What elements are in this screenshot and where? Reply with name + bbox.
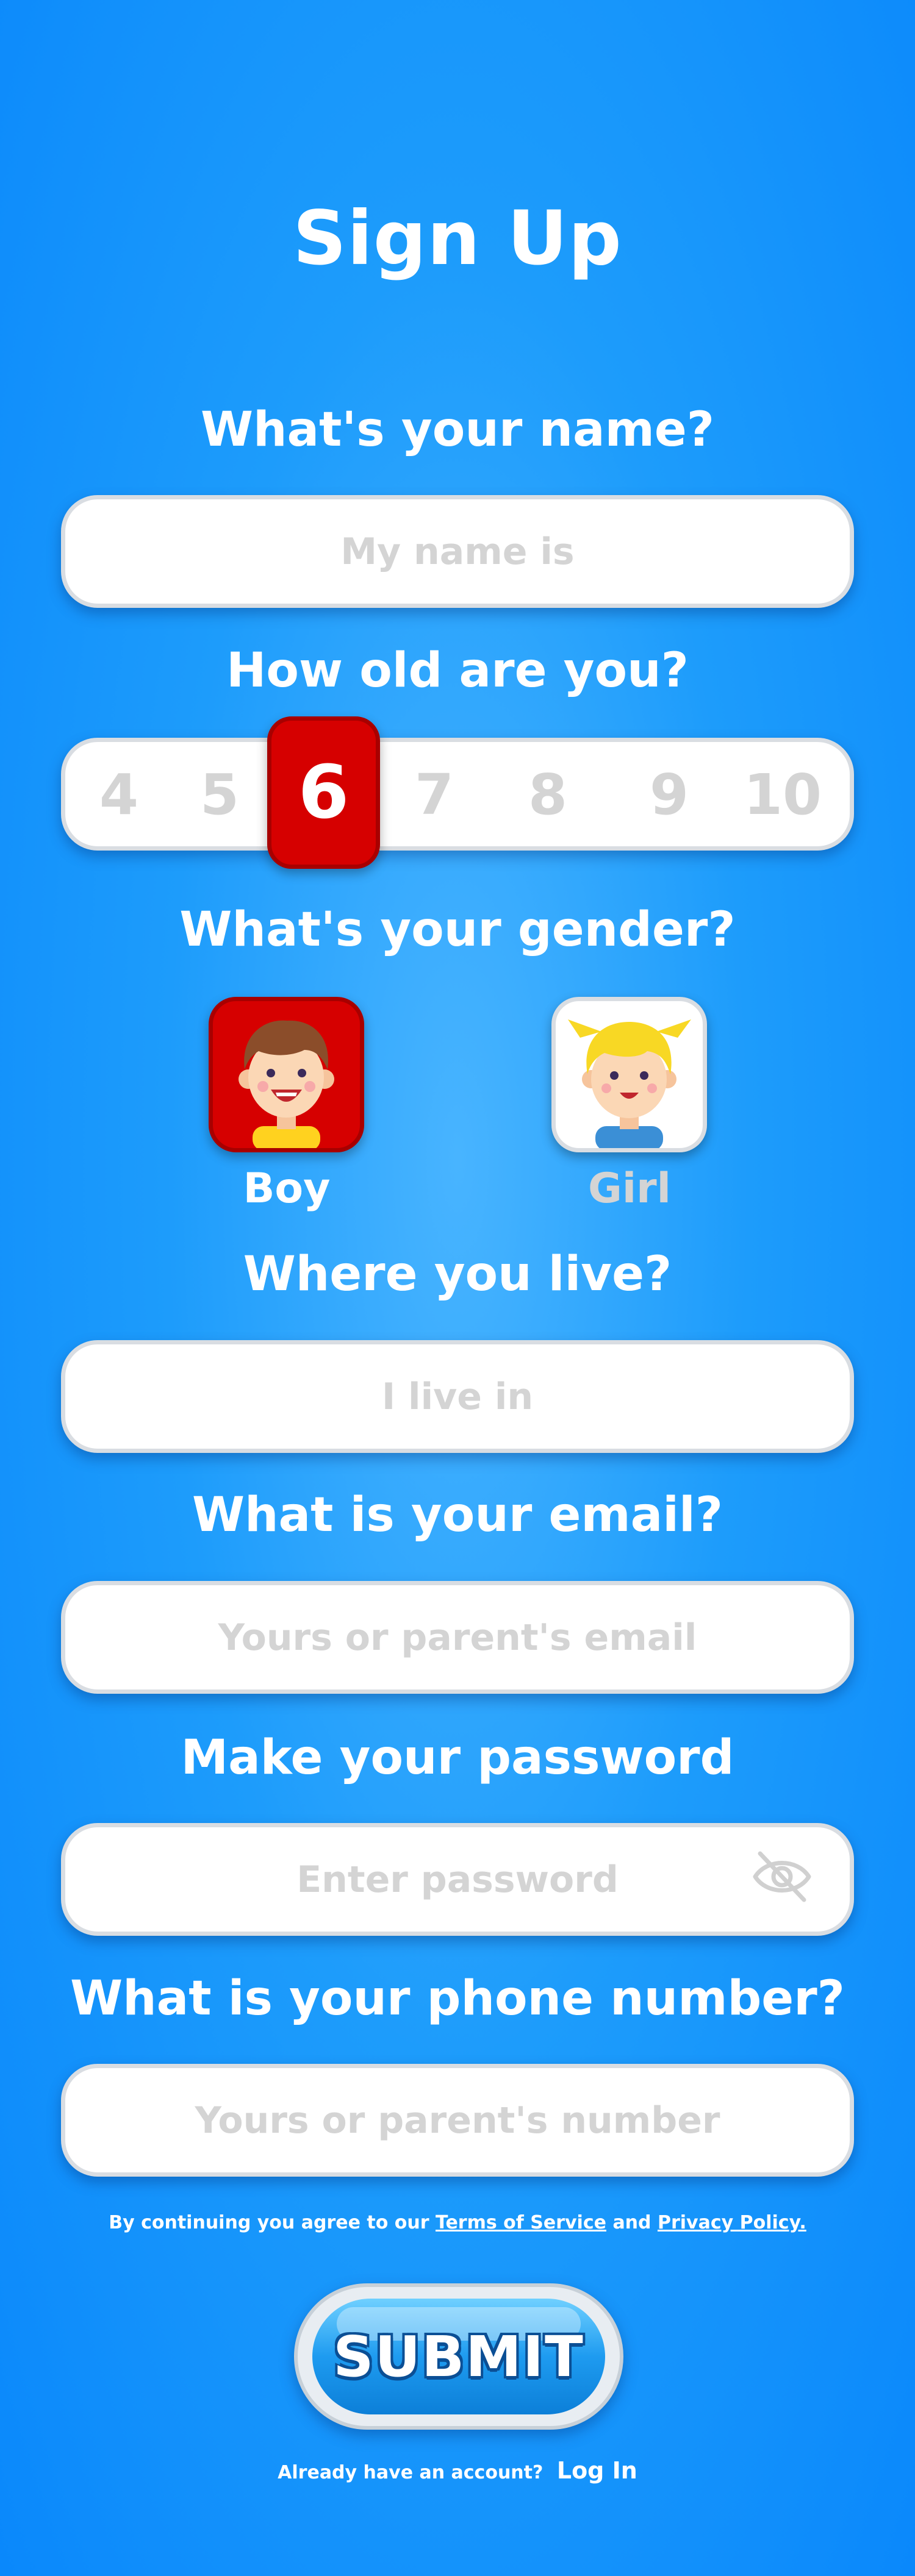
boy-avatar-button[interactable] [209,997,364,1152]
girl-avatar-button[interactable] [551,997,707,1152]
privacy-policy-link[interactable]: Privacy Policy. [658,2212,806,2233]
email-input[interactable] [65,1585,850,1689]
terms-of-service-link[interactable]: Terms of Service [436,2212,606,2233]
eye-off-icon[interactable] [752,1846,813,1907]
phone-question: What is your phone number? [70,1971,845,2026]
location-question: Where you live? [243,1247,672,1302]
age-option-5[interactable]: 5 [174,762,265,827]
girl-avatar-icon [568,1019,691,1148]
age-option-7[interactable]: 7 [389,762,480,827]
girl-label: Girl [588,1165,671,1213]
age-option-selected[interactable]: 6 [267,716,380,869]
gender-question: What's your gender? [179,902,736,957]
location-input[interactable] [65,1344,850,1449]
email-question: What is your email? [192,1488,723,1543]
name-field-wrapper [61,495,854,608]
submit-label: SUBMIT [333,2324,584,2389]
password-input[interactable] [65,1827,850,1932]
terms-prefix: By continuing you agree to our [109,2212,429,2233]
age-option-9[interactable]: 9 [623,762,715,827]
submit-button-face: SUBMIT [312,2299,605,2414]
page-title: Sign Up [293,195,622,282]
login-link[interactable]: Log In [557,2457,637,2484]
password-question: Make your password [181,1730,734,1785]
password-field-wrapper [61,1823,854,1936]
name-input[interactable] [65,499,850,604]
name-question: What's your name? [200,402,715,457]
terms-text: By continuing you agree to our Terms of … [0,2212,915,2233]
submit-button[interactable]: SUBMIT [294,2283,623,2430]
location-field-wrapper [61,1340,854,1453]
age-question: How old are you? [226,643,689,698]
age-option-10[interactable]: 10 [737,762,828,827]
phone-input[interactable] [65,2068,850,2172]
terms-and: and [612,2212,651,2233]
login-prompt: Already have an account? Log In [0,2457,915,2484]
email-field-wrapper [61,1581,854,1694]
boy-avatar-icon [239,1020,334,1148]
login-prompt-text: Already have an account? [278,2462,544,2483]
age-option-8[interactable]: 8 [502,762,594,827]
phone-field-wrapper [61,2064,854,2177]
boy-label: Boy [243,1165,331,1213]
age-option-4[interactable]: 4 [73,762,165,827]
